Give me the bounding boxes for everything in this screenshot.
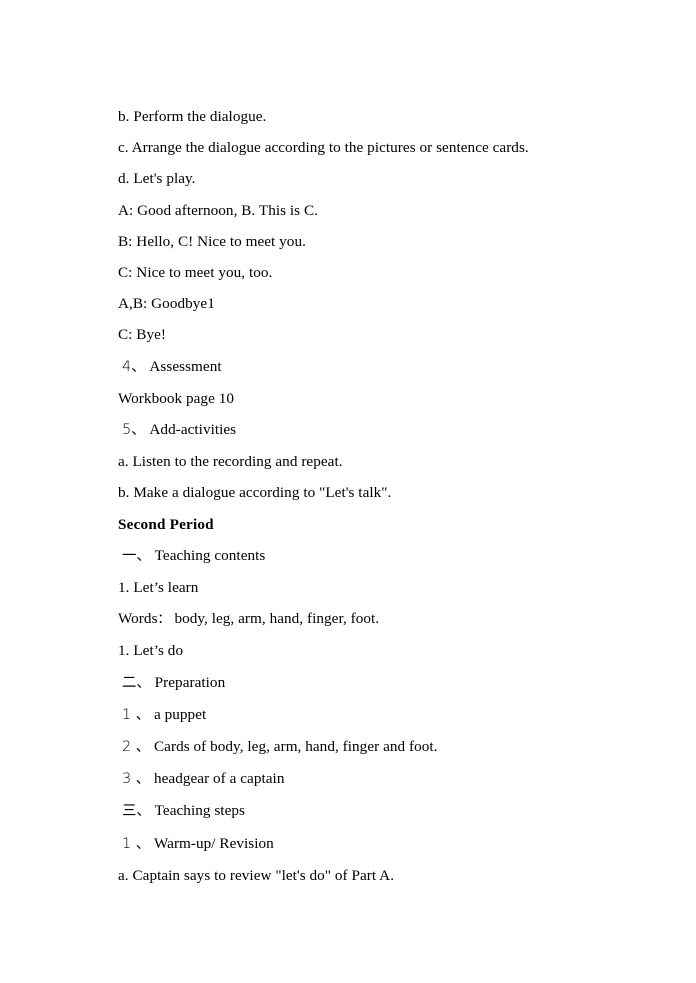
list-marker: 三、 <box>122 803 151 820</box>
line-text: 1. Let’s learn <box>118 579 199 597</box>
line-text: Assessment <box>149 357 222 375</box>
paragraph-line: B: Hello, C! Nice to meet you. <box>118 226 588 257</box>
paragraph-line: Workbook page 10 <box>118 383 588 414</box>
paragraph-line: 4、 Assessment <box>118 351 588 383</box>
line-text: C: Bye! <box>118 326 167 344</box>
paragraph-line: 一、 Teaching contents <box>118 540 588 572</box>
paragraph-line: 1. Let’s learn <box>118 572 588 603</box>
paragraph-line: a. Captain says to review "let's do" of … <box>118 860 588 891</box>
line-text: A: Good afternoon, B. This is C. <box>118 201 319 219</box>
line-text: Cards of body, leg, arm, hand, finger an… <box>153 738 438 756</box>
line-text: Teaching contents <box>154 546 266 564</box>
line-text: Workbook page 10 <box>118 389 234 407</box>
list-marker: 2 、 <box>122 739 151 756</box>
line-text: 1. Let’s do <box>118 642 184 660</box>
paragraph-line: 3 、 headgear of a captain <box>118 763 588 795</box>
paragraph-line: 1. Let’s do <box>118 635 588 666</box>
paragraph-line: 1 、 Warm-up/ Revision <box>118 828 588 860</box>
line-text: B: Hello, C! Nice to meet you. <box>118 232 306 250</box>
paragraph-line: a. Listen to the recording and repeat. <box>118 446 588 477</box>
list-marker: 一、 <box>122 547 151 564</box>
line-text: Add-activities <box>149 421 237 439</box>
line-text: a. Captain says to review "let's do" of … <box>118 866 395 884</box>
paragraph-line: A,B: Goodbye1 <box>118 288 588 319</box>
paragraph-line: b. Perform the dialogue. <box>118 101 588 132</box>
paragraph-line: 2 、 Cards of body, leg, arm, hand, finge… <box>118 731 588 763</box>
document-page: b. Perform the dialogue. c. Arrange the d… <box>0 0 696 983</box>
list-marker: 二、 <box>122 674 151 691</box>
paragraph-line: 三、 Teaching steps <box>118 795 588 827</box>
line-text: Teaching steps <box>154 802 245 820</box>
line-text: C: Nice to meet you, too. <box>118 264 273 282</box>
line-text: b. Make a dialogue according to "Let's t… <box>118 484 392 502</box>
list-marker: 5、 <box>122 422 146 439</box>
paragraph-line: 二、 Preparation <box>118 667 588 699</box>
list-marker: 4、 <box>122 358 146 375</box>
line-text: Second Period <box>118 515 214 533</box>
line-text: Warm-up/ Revision <box>153 834 274 852</box>
heading-line: Second Period <box>118 509 588 540</box>
list-marker: 1 、 <box>122 706 151 723</box>
fullwidth-colon: ： <box>157 612 171 628</box>
paragraph-line: b. Make a dialogue according to "Let's t… <box>118 477 588 508</box>
line-text: c. Arrange the dialogue according to the… <box>118 139 529 157</box>
paragraph-line: 1 、 a puppet <box>118 699 588 731</box>
document-body: b. Perform the dialogue. c. Arrange the d… <box>118 101 588 891</box>
list-marker: 1 、 <box>122 835 151 852</box>
paragraph-line: C: Bye! <box>118 319 588 350</box>
line-text: headgear of a captain <box>153 770 285 788</box>
paragraph-line: Words： body, leg, arm, hand, finger, foo… <box>118 603 588 635</box>
paragraph-line: A: Good afternoon, B. This is C. <box>118 195 588 226</box>
line-text-after-colon: body, leg, arm, hand, finger, foot. <box>170 610 380 628</box>
line-text-before-colon: Words <box>118 610 158 628</box>
list-marker: 3 、 <box>122 771 151 788</box>
paragraph-line: C: Nice to meet you, too. <box>118 257 588 288</box>
line-text: d. Let's play. <box>118 170 196 188</box>
line-text: b. Perform the dialogue. <box>118 108 267 125</box>
line-text: A,B: Goodbye1 <box>118 295 215 313</box>
paragraph-line: d. Let's play. <box>118 163 588 194</box>
paragraph-line: 5、 Add-activities <box>118 414 588 446</box>
line-text: Preparation <box>154 673 226 691</box>
line-text: a puppet <box>153 705 207 723</box>
line-text: Words： body, leg, arm, hand, finger, foo… <box>118 610 379 627</box>
line-text: a. Listen to the recording and repeat. <box>118 453 343 471</box>
paragraph-line: c. Arrange the dialogue according to the… <box>118 132 588 163</box>
